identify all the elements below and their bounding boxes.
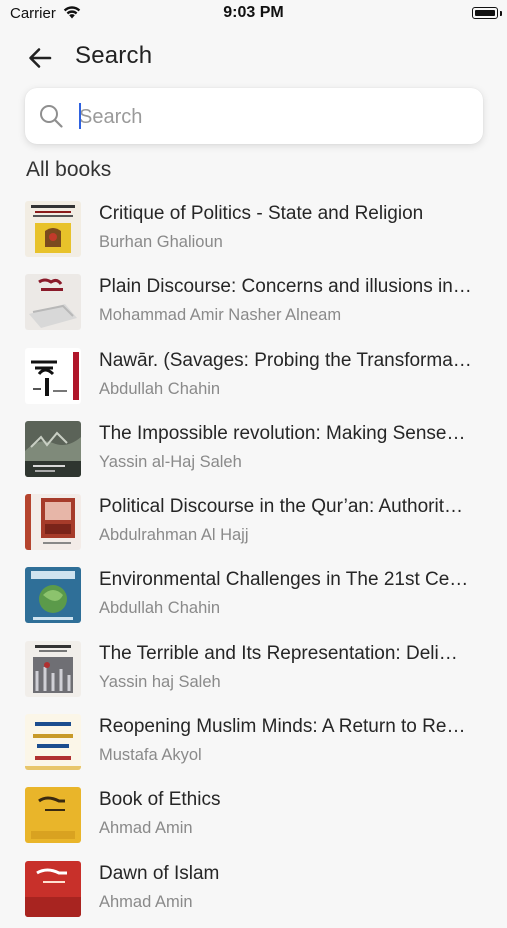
book-cover <box>25 201 81 257</box>
section-title: All books <box>26 158 112 181</box>
back-arrow-icon[interactable] <box>26 44 54 72</box>
book-title: Reopening Muslim Minds: A Return to Re… <box>99 716 466 738</box>
book-list-item[interactable]: Reopening Muslim Minds: A Return to Re… … <box>0 708 507 781</box>
book-list-item[interactable]: Environmental Challenges in The 21st Ce…… <box>0 561 507 634</box>
search-input[interactable] <box>77 100 471 134</box>
header: Search <box>0 36 507 80</box>
book-author: Abdullah Chahin <box>99 379 221 398</box>
book-author: Abdullah Chahin <box>99 599 221 618</box>
book-cover <box>25 274 81 331</box>
search-icon <box>40 105 63 128</box>
book-cover <box>25 347 81 404</box>
book-title: Environmental Challenges in The 21st Ce… <box>99 569 469 591</box>
book-cover <box>25 420 81 477</box>
book-list-item[interactable]: The Impossible revolution: Making Sense…… <box>0 415 507 488</box>
book-list-item[interactable]: Plain Discourse: Concerns and illusions … <box>0 268 507 341</box>
book-title: Book of Ethics <box>99 789 221 811</box>
book-author: Yassin haj Saleh <box>99 672 221 691</box>
book-author: Mustafa Akyol <box>99 746 202 765</box>
book-author: Abdulrahman Al Hajj <box>99 526 249 545</box>
book-author: Burhan Ghalioun <box>99 233 223 251</box>
battery-icon <box>472 7 502 19</box>
book-author: Mohammad Amir Nasher Alneam <box>99 306 342 325</box>
book-list-item[interactable]: Nawār. (Savages: Probing the Transforma…… <box>0 342 507 415</box>
book-cover <box>25 567 81 624</box>
status-time: 9:03 PM <box>223 4 284 21</box>
book-cover <box>25 860 81 917</box>
page-title: Search <box>75 42 153 69</box>
book-title: Political Discourse in the Qur’an: Autho… <box>99 496 463 518</box>
book-cover <box>25 640 81 697</box>
book-author: Ahmad Amin <box>99 892 193 911</box>
search-bar[interactable] <box>25 88 483 144</box>
book-list-item[interactable]: Dawn of Islam Ahmad Amin <box>0 855 507 928</box>
book-cover <box>25 714 81 771</box>
status-bar: Carrier 9:03 PM <box>0 0 507 30</box>
book-title: Nawār. (Savages: Probing the Transforma… <box>99 349 472 371</box>
book-author: Ahmad Amin <box>99 819 193 838</box>
book-title: The Impossible revolution: Making Sense… <box>99 422 466 444</box>
text-caret <box>79 103 81 129</box>
book-title: The Terrible and Its Representation: Del… <box>99 642 458 664</box>
book-author: Yassin al-Haj Saleh <box>99 452 242 471</box>
book-list-item[interactable]: Book of Ethics Ahmad Amin <box>0 781 507 854</box>
book-title: Critique of Politics - State and Religio… <box>99 203 424 224</box>
book-list-item[interactable]: Political Discourse in the Qur’an: Autho… <box>0 488 507 561</box>
book-title: Plain Discourse: Concerns and illusions … <box>99 276 472 298</box>
book-cover <box>25 494 81 551</box>
book-title: Dawn of Islam <box>99 862 220 884</box>
book-list-item[interactable]: Critique of Politics - State and Religio… <box>0 195 507 268</box>
book-list-item[interactable]: The Terrible and Its Representation: Del… <box>0 635 507 708</box>
book-cover <box>25 787 81 844</box>
book-list: Critique of Politics - State and Religio… <box>0 195 507 928</box>
